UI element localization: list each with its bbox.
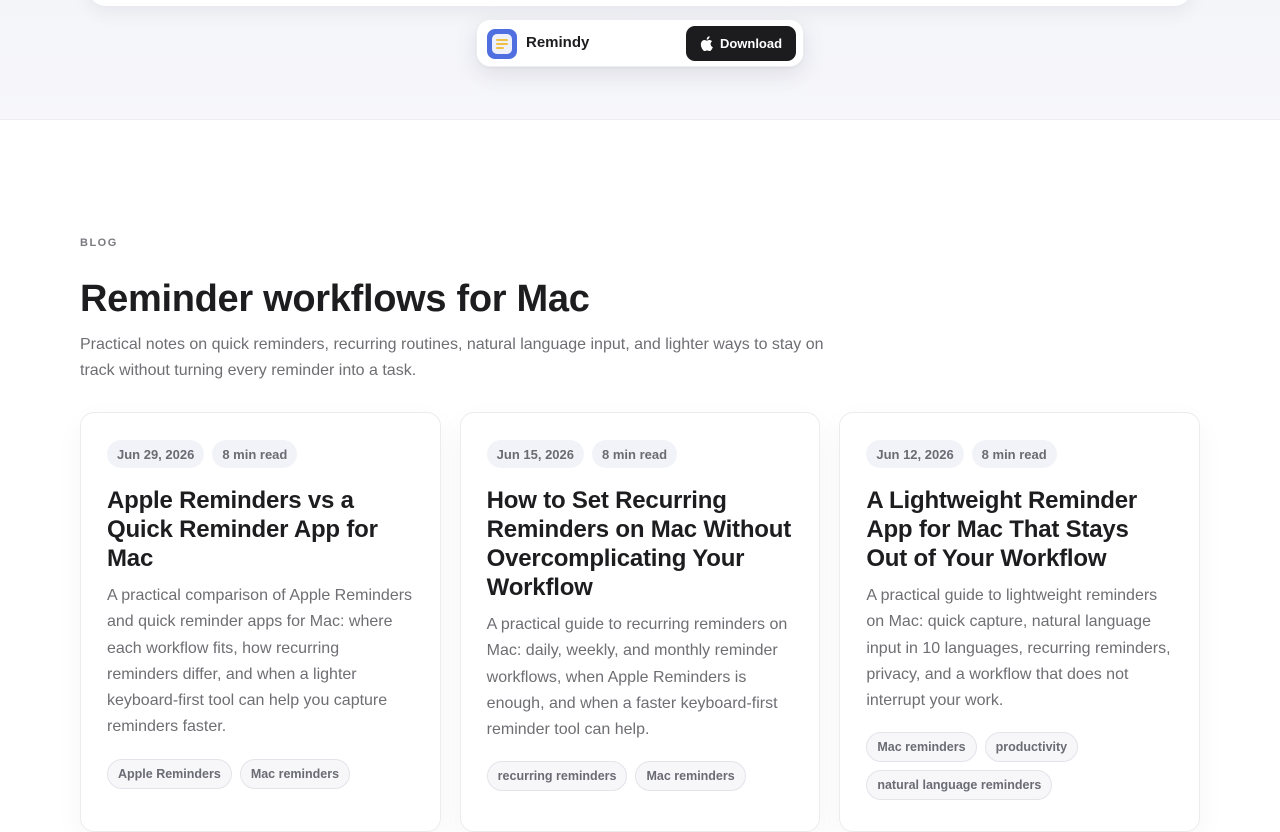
tag-mac-reminders[interactable]: Mac reminders [635,761,746,792]
tag-mac-reminders[interactable]: Mac reminders [866,732,977,763]
page-title: Reminder workflows for Mac [80,278,590,320]
app-name[interactable]: Remindy [526,34,589,51]
download-label: Download [719,36,783,51]
post-meta: Jun 29, 2026 8 min read [107,440,414,468]
post-date: Jun 12, 2026 [866,440,964,468]
tag-productivity[interactable]: productivity [984,732,1079,763]
apple-icon [700,36,713,51]
floating-nav: Remindy Download [476,19,804,67]
post-title-link[interactable]: A Lightweight Reminder App for Mac That … [866,486,1173,573]
note-icon [492,34,512,54]
post-card[interactable]: Jun 15, 2026 8 min read How to Set Recur… [459,412,821,832]
tag-apple-reminders[interactable]: Apple Reminders [107,758,232,789]
top-bar [88,0,1192,6]
download-button[interactable]: Download [686,26,796,61]
post-date: Jun 15, 2026 [486,440,584,468]
post-read-time: 8 min read [971,440,1057,468]
post-meta: Jun 12, 2026 8 min read [866,440,1173,468]
post-excerpt: A practical guide to lightweight reminde… [866,587,1171,710]
post-read-time: 8 min read [212,440,298,468]
post-tags: Mac reminders productivity natural langu… [866,732,1173,801]
post-read-time: 8 min read [592,440,678,468]
post-card[interactable]: Jun 12, 2026 8 min read A Lightweight Re… [839,412,1201,832]
remindy-app-icon[interactable] [487,29,517,59]
post-meta: Jun 15, 2026 8 min read [486,440,794,468]
header-region: Remindy Download [0,0,1280,120]
post-tags: recurring reminders Mac reminders [486,761,794,792]
tag-mac-reminders[interactable]: Mac reminders [239,758,351,789]
post-excerpt: A practical comparison of Apple Reminder… [107,587,413,736]
page-intro: Practical notes on quick reminders, recu… [80,336,824,379]
post-title-link[interactable]: How to Set Recurring Reminders on Mac Wi… [487,486,794,602]
post-tags: Apple Reminders Mac reminders [107,758,414,789]
post-card[interactable]: Jun 29, 2026 8 min read Apple Reminders … [80,412,441,832]
tag-natural-language-reminders[interactable]: natural language reminders [866,770,1053,801]
post-date: Jun 29, 2026 [107,440,205,468]
tag-recurring-reminders[interactable]: recurring reminders [486,761,628,792]
post-grid: Jun 29, 2026 8 min read Apple Reminders … [80,412,1201,832]
section-eyebrow: BLOG [80,237,118,249]
post-title-link[interactable]: Apple Reminders vs a Quick Reminder App … [107,486,414,573]
post-excerpt: A practical guide to recurring reminders… [486,616,788,739]
